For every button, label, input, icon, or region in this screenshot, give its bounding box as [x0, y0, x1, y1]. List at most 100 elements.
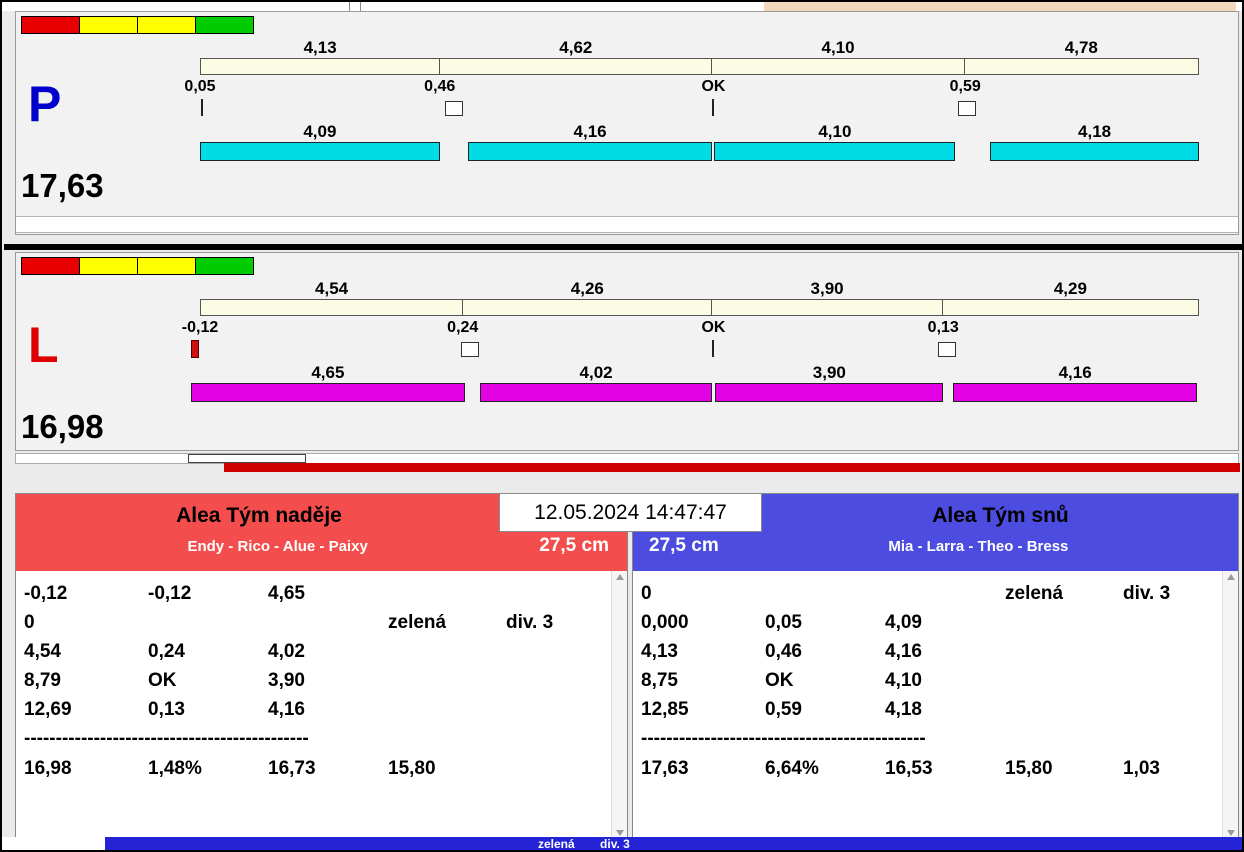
table-cell: 4,02	[268, 641, 305, 662]
table-cell	[388, 666, 506, 695]
upper-split-value: 3,90	[810, 279, 844, 298]
upper-split-segment: 4,26	[463, 279, 713, 315]
table-cell: -0,12	[148, 583, 192, 604]
table-cell	[388, 579, 506, 608]
lower-split-bar: 4,65	[191, 363, 465, 402]
lane-progress-track	[16, 216, 1238, 233]
lane-divider	[4, 244, 1242, 250]
window-top-strip	[2, 2, 1242, 11]
lane-track: 4,13 4,62 4,10 4,78 0,05 0,46 OK 0,59 4,…	[184, 12, 1199, 182]
light-yellow-icon	[137, 257, 196, 275]
upper-split-bar: 4,13 4,62 4,10 4,78	[200, 38, 1199, 75]
scrollbar-down-icon[interactable]	[615, 830, 624, 836]
lower-split-value: 4,18	[1078, 122, 1112, 141]
change-box-marker	[938, 342, 957, 357]
change-time: 0,59	[949, 78, 981, 95]
table-cell	[1123, 695, 1238, 724]
upper-split-segment: 4,54	[201, 279, 464, 315]
change-time: 0,13	[927, 319, 959, 336]
table-row: 0 zelená div. 3	[24, 608, 627, 637]
jump-height: 27,5 cm	[539, 535, 609, 556]
table-row: 4,13 0,46 4,16	[641, 637, 1238, 666]
window-edge-tick	[360, 2, 361, 11]
status-division: div. 3	[600, 837, 630, 851]
team-name: Alea Tým snů	[932, 504, 1069, 527]
table-cell	[765, 579, 885, 608]
race-marker-box	[188, 454, 306, 463]
scrollbar-up-icon[interactable]	[615, 574, 624, 580]
lower-split-value: 4,02	[579, 363, 613, 382]
upper-split-value: 4,10	[821, 38, 855, 57]
lane-letter: P	[28, 76, 62, 132]
table-cell	[506, 579, 627, 608]
summary-net-time: 16,73	[268, 758, 316, 779]
lane-track: 4,54 4,26 3,90 4,29 -0,12 0,24 OK 0,13 4…	[182, 253, 1199, 423]
table-cell	[1005, 695, 1123, 724]
lower-split-value: 4,16	[1058, 363, 1092, 382]
table-cell: 0,05	[765, 612, 802, 633]
race-progress-bar	[224, 463, 1240, 472]
upper-split-value: 4,13	[303, 38, 337, 57]
scrollbar[interactable]	[1222, 571, 1238, 839]
teams-section: Alea Tým naděje Endy - Rico - Alue - Pai…	[15, 493, 1239, 839]
table-cell: 0,13	[148, 699, 185, 720]
lower-split-bar: 4,09	[200, 122, 440, 161]
lane-panel-p: P 4,13 4,62 4,10 4,78 0,05 0,46 OK 0,59	[15, 11, 1239, 235]
table-cell: 8,79	[24, 670, 61, 691]
table-cell	[506, 666, 627, 695]
table-cell: 4,16	[268, 699, 305, 720]
lane-panel-l: L 4,54 4,26 3,90 4,29 -0,12 0,24 OK 0,13	[15, 252, 1239, 451]
team-members: Mia - Larra - Theo - Bress	[888, 537, 1069, 555]
upper-split-segment: 4,10	[712, 38, 965, 74]
upper-split-bar: 4,54 4,26 3,90 4,29	[200, 279, 1199, 316]
table-row: 12,69 0,13 4,16	[24, 695, 627, 724]
team-results-text: 0 zelená div. 3 0,000 0,05 4,09 4,13 0,4…	[633, 571, 1238, 839]
lower-split-bar: 4,02	[479, 363, 713, 402]
table-cell: 0,46	[765, 641, 802, 662]
table-row: -0,12 -0,12 4,65	[24, 579, 627, 608]
table-cell: 3,90	[268, 670, 305, 691]
lane-total-time: 17,63	[21, 167, 104, 204]
table-cell: 4,65	[268, 583, 305, 604]
upper-split-segment: 4,78	[965, 38, 1198, 74]
window-corner-strip	[764, 2, 1236, 11]
lower-split-value: 4,16	[573, 122, 607, 141]
scrollbar[interactable]	[611, 571, 627, 839]
table-cell: 0	[24, 612, 35, 633]
summary-percent: 6,64%	[765, 758, 819, 779]
scrollbar-down-icon[interactable]	[1226, 830, 1235, 836]
light-yellow-icon	[79, 257, 138, 275]
change-box-marker	[460, 342, 479, 357]
table-cell: 0,24	[148, 641, 185, 662]
table-cell	[1123, 637, 1238, 666]
status-label: zelená	[538, 837, 575, 851]
fault-red-marker	[191, 340, 200, 358]
table-cell	[885, 579, 1005, 608]
table-cell	[268, 608, 388, 637]
table-cell: zelená	[388, 612, 447, 633]
lane-letter: L	[28, 317, 59, 373]
lane-total-time: 16,98	[21, 408, 104, 445]
table-cell: 8,75	[641, 670, 678, 691]
light-yellow-icon	[79, 16, 138, 34]
table-cell	[388, 695, 506, 724]
upper-split-value: 4,26	[570, 279, 604, 298]
upper-split-value: 4,29	[1053, 279, 1087, 298]
table-cell: 0	[641, 583, 652, 604]
table-cell	[1005, 608, 1123, 637]
scrollbar-up-icon[interactable]	[1226, 574, 1235, 580]
upper-split-value: 4,62	[559, 38, 593, 57]
table-cell	[506, 637, 627, 666]
lower-split-bar: 3,90	[715, 363, 944, 402]
change-time: OK	[701, 78, 726, 95]
table-cell: OK	[148, 670, 177, 691]
table-cell: div. 3	[1123, 583, 1171, 604]
change-box-marker	[958, 101, 977, 116]
table-cell	[1005, 666, 1123, 695]
table-cell: div. 3	[506, 612, 554, 633]
datetime-display: 12.05.2024 14:47:47	[499, 493, 762, 532]
status-bar: zelená div. 3	[2, 837, 1242, 851]
table-separator: ----------------------------------------…	[641, 728, 926, 749]
lower-split-value: 4,10	[818, 122, 852, 141]
table-cell	[388, 637, 506, 666]
